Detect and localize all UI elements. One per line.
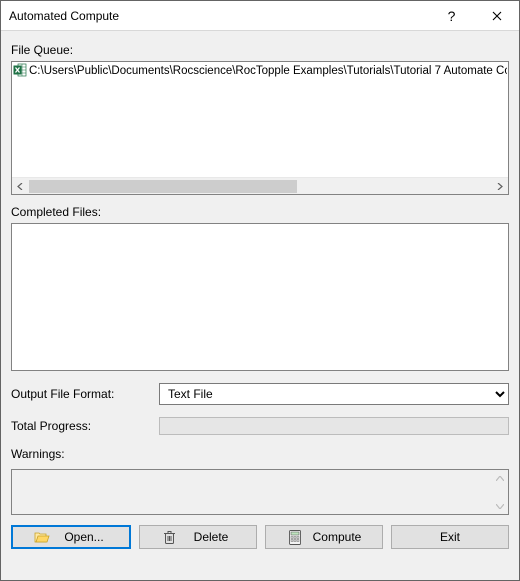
trash-icon [161,529,177,545]
folder-open-icon [34,529,50,545]
progress-bar [159,417,509,435]
dialog-automated-compute: Automated Compute ? File Queue: [0,0,520,581]
help-button[interactable]: ? [429,1,474,31]
horizontal-scrollbar[interactable] [12,177,508,194]
compute-button[interactable]: Compute [265,525,383,549]
list-items-container: C:\Users\Public\Documents\Rocscience\Roc… [12,62,508,177]
vertical-scrollbar[interactable] [491,470,508,514]
help-icon: ? [448,8,456,24]
total-progress-label: Total Progress: [11,419,151,433]
warnings-box [11,469,509,515]
excel-file-icon [13,63,27,80]
list-item[interactable]: C:\Users\Public\Documents\Rocscience\Roc… [13,63,507,79]
file-queue-label: File Queue: [11,43,509,57]
warnings-label: Warnings: [11,447,509,461]
scroll-thumb[interactable] [29,180,297,193]
button-label: Open... [60,530,108,544]
scroll-up-arrow[interactable] [496,473,504,483]
button-label: Exit [426,530,474,544]
close-button[interactable] [474,1,519,31]
completed-files-label: Completed Files: [11,205,509,219]
exit-button[interactable]: Exit [391,525,509,549]
output-format-label: Output File Format: [11,387,151,401]
file-path-text: C:\Users\Public\Documents\Rocscience\Roc… [29,65,507,77]
scroll-left-arrow[interactable] [12,178,29,195]
completed-files-list[interactable] [11,223,509,371]
window-title: Automated Compute [9,9,429,23]
calculator-icon [287,529,303,545]
close-icon [492,8,502,24]
dialog-content: File Queue: C:\U [1,31,519,580]
titlebar: Automated Compute ? [1,1,519,31]
scroll-down-arrow[interactable] [496,501,504,511]
button-row: Open... Delete [11,525,509,549]
button-label: Delete [187,530,235,544]
button-label: Compute [313,530,362,544]
delete-button[interactable]: Delete [139,525,257,549]
scroll-right-arrow[interactable] [491,178,508,195]
file-queue-list[interactable]: C:\Users\Public\Documents\Rocscience\Roc… [11,61,509,195]
open-button[interactable]: Open... [11,525,131,549]
scroll-track[interactable] [29,178,491,195]
output-format-select[interactable]: Text File [159,383,509,405]
